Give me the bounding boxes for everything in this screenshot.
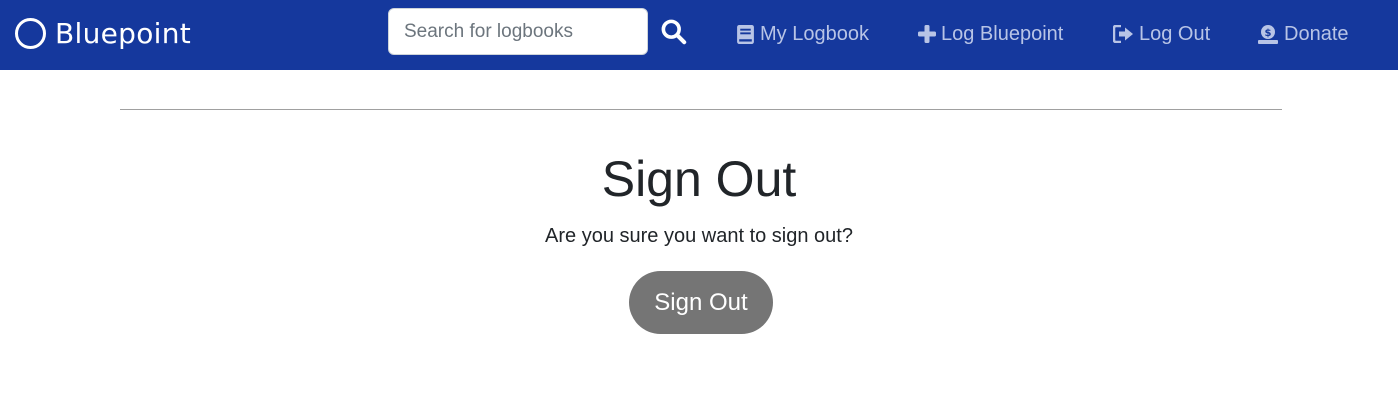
sign-out-icon bbox=[1113, 25, 1133, 43]
search-input[interactable] bbox=[388, 8, 648, 55]
sign-out-confirmation-text: Are you sure you want to sign out? bbox=[545, 225, 853, 247]
plus-icon bbox=[918, 25, 936, 43]
sign-out-button[interactable]: Sign Out bbox=[629, 271, 773, 334]
donate-icon: $ bbox=[1258, 24, 1278, 44]
search-icon bbox=[661, 19, 686, 44]
page-title: Sign Out bbox=[601, 151, 797, 207]
divider bbox=[120, 109, 1282, 110]
book-icon bbox=[737, 24, 754, 44]
brand-link[interactable]: Bluepoint bbox=[15, 15, 191, 51]
nav-log-out[interactable]: Log Out bbox=[1113, 19, 1210, 49]
nav-log-bluepoint[interactable]: Log Bluepoint bbox=[918, 19, 1063, 49]
nav-donate-label: Donate bbox=[1284, 22, 1349, 45]
nav-log-bluepoint-label: Log Bluepoint bbox=[941, 22, 1064, 45]
search-button[interactable] bbox=[656, 14, 690, 48]
nav-my-logbook-label: My Logbook bbox=[760, 22, 869, 45]
nav-my-logbook[interactable]: My Logbook bbox=[736, 19, 869, 49]
nav-donate[interactable]: $ Donate bbox=[1257, 19, 1349, 49]
nav-log-out-label: Log Out bbox=[1139, 22, 1211, 45]
brand-name: Bluepoint bbox=[55, 16, 192, 50]
svg-text:$: $ bbox=[1265, 28, 1272, 39]
navbar: Bluepoint My Logbook Log Bluepoint Log O… bbox=[0, 0, 1398, 70]
brand-logo-icon bbox=[15, 17, 46, 49]
